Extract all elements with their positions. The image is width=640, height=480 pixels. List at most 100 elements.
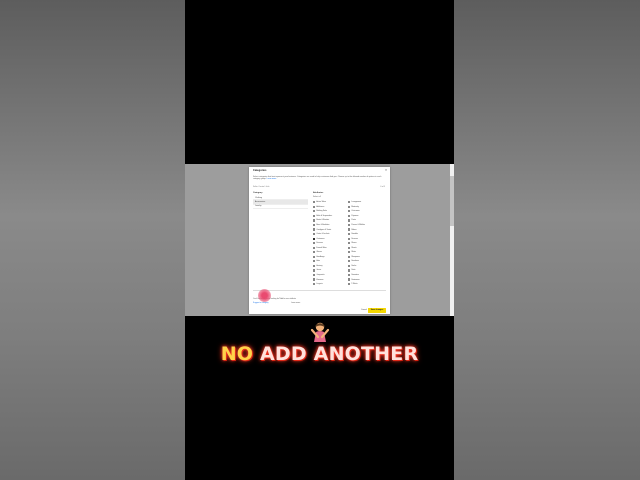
attribute-label: Robes	[351, 228, 357, 231]
checkbox[interactable]	[348, 210, 351, 213]
checkbox[interactable]	[313, 205, 316, 208]
attribute-label: Athleisure	[316, 205, 325, 208]
checkbox[interactable]	[348, 237, 351, 240]
checkbox[interactable]	[348, 242, 351, 245]
dialog-title: Categories	[253, 169, 267, 172]
caption-no: NO	[220, 343, 254, 365]
attribute-label: Bras & Bralettes	[316, 223, 330, 226]
cancel-button[interactable]: Cancel	[361, 309, 367, 311]
attribute-label: Gloves	[316, 251, 322, 254]
checkbox[interactable]	[348, 246, 351, 249]
category-item[interactable]: Jewelry	[253, 205, 308, 210]
blurred-background-left	[0, 0, 185, 480]
checkbox[interactable]	[313, 242, 316, 245]
category-list: Clothing Accessories Jewelry	[253, 196, 308, 210]
attribute-label: Dresses	[316, 242, 323, 245]
checkbox[interactable]	[348, 205, 351, 208]
suggest-category-link[interactable]: Suggest a category	[253, 302, 268, 304]
save-button[interactable]: Save changes	[368, 307, 386, 313]
attribute-label: Shoes	[351, 242, 357, 245]
attribute-label: Pajamas	[351, 214, 359, 217]
attribute-label: Lingerie	[316, 283, 323, 286]
attribute-label: Coats & Jackets	[316, 233, 330, 236]
attributes-column-2: Loungewear Maternity Outerwear Pajamas Pants…	[348, 200, 382, 286]
checkbox[interactable]	[348, 278, 351, 281]
attribute-label: Hosiery	[316, 264, 323, 267]
checkbox[interactable]	[313, 246, 316, 249]
attribute-label: Kimonos	[316, 278, 324, 281]
blurred-background-right	[454, 0, 640, 480]
attribute-label: Sweaters	[351, 273, 359, 276]
attribute-label: Shorts	[351, 246, 357, 249]
checkbox[interactable]	[313, 255, 316, 258]
attribute-label: Outerwear	[351, 210, 360, 213]
dialog-description: Select categories that best represent yo…	[253, 176, 386, 180]
attribute-label: Swimwear	[351, 278, 360, 281]
checkbox[interactable]	[313, 201, 316, 204]
attribute-label: Boots & Booties	[316, 219, 330, 222]
checkbox[interactable]	[348, 273, 351, 277]
checkbox[interactable]	[348, 201, 351, 204]
checkbox[interactable]	[348, 214, 351, 217]
screen-recording: Categories × Select categories that best…	[185, 164, 454, 316]
checkbox[interactable]	[313, 219, 316, 222]
caption-text: NO ADD ANOTHER	[185, 343, 454, 365]
category-heading: Category	[253, 192, 263, 194]
checkbox[interactable]	[348, 255, 351, 258]
helper-learn-more-link[interactable]: Learn more	[291, 302, 300, 304]
checkbox-checked[interactable]	[313, 237, 316, 240]
attribute-label: Suits	[351, 269, 356, 272]
attribute-label: Pants	[351, 219, 356, 222]
short-video-frame: Categories × Select categories that best…	[185, 0, 454, 480]
attribute-label: Sneakers	[351, 260, 359, 263]
checkbox[interactable]	[313, 223, 316, 227]
checkbox[interactable]	[313, 228, 316, 231]
checkbox[interactable]	[313, 264, 316, 268]
checkbox[interactable]	[348, 269, 351, 272]
checkbox[interactable]	[348, 223, 351, 227]
checkbox[interactable]	[313, 210, 316, 213]
attribute-label: Socks	[351, 264, 357, 267]
caption-add-another: ADD ANOTHER	[260, 343, 419, 365]
breadcrumb[interactable]: Seller Central › Info	[253, 186, 269, 188]
checkbox[interactable]	[348, 233, 351, 236]
select-all-label[interactable]: Select all	[313, 196, 321, 198]
checkbox[interactable]	[313, 214, 316, 217]
attribute-label: Formal Wear	[316, 246, 327, 249]
checkbox[interactable]	[313, 260, 316, 263]
learn-more-link[interactable]: Learn more	[267, 178, 277, 180]
attribute-label: Hats	[316, 260, 321, 263]
attribute-option[interactable]: Lingerie	[313, 282, 347, 287]
attribute-label: Costumes	[316, 237, 325, 240]
selected-count: 0 of 5	[380, 186, 385, 188]
checkbox[interactable]	[348, 283, 351, 286]
attribute-label: Cardigans & Vests	[316, 228, 332, 231]
close-icon[interactable]: ×	[385, 168, 387, 173]
attribute-label: Handbags	[316, 255, 325, 258]
page-scrollbar-thumb[interactable]	[450, 176, 454, 226]
attribute-label: Jeans	[316, 269, 322, 272]
attribute-label: Maternity	[351, 205, 359, 208]
checkbox[interactable]	[313, 278, 316, 281]
checkbox[interactable]	[348, 260, 351, 263]
checkbox[interactable]	[313, 251, 316, 254]
checkbox[interactable]	[313, 273, 316, 277]
checkbox[interactable]	[348, 219, 351, 222]
attribute-label: Scarves	[351, 237, 358, 240]
checkbox[interactable]	[313, 233, 316, 236]
attribute-label: Active Wear	[316, 201, 327, 204]
checkbox[interactable]	[313, 269, 316, 272]
attribute-option[interactable]: T-Shirts	[348, 282, 382, 287]
attributes-column-1: Active Wear Athleisure Bathing Suits Belts …	[313, 200, 347, 286]
attribute-label: Jumpsuits	[316, 273, 325, 276]
attribute-label: Sleepwear	[351, 255, 360, 258]
attribute-label: Loungewear	[351, 201, 362, 204]
attribute-label: Bathing Suits	[316, 210, 327, 213]
attribute-label: Belts & Suspenders	[316, 214, 333, 217]
attribute-label: Skirts	[351, 251, 356, 254]
checkbox[interactable]	[313, 283, 316, 286]
checkbox[interactable]	[348, 264, 351, 268]
checkbox[interactable]	[348, 228, 351, 231]
checkbox[interactable]	[348, 251, 351, 254]
click-indicator	[258, 289, 271, 302]
